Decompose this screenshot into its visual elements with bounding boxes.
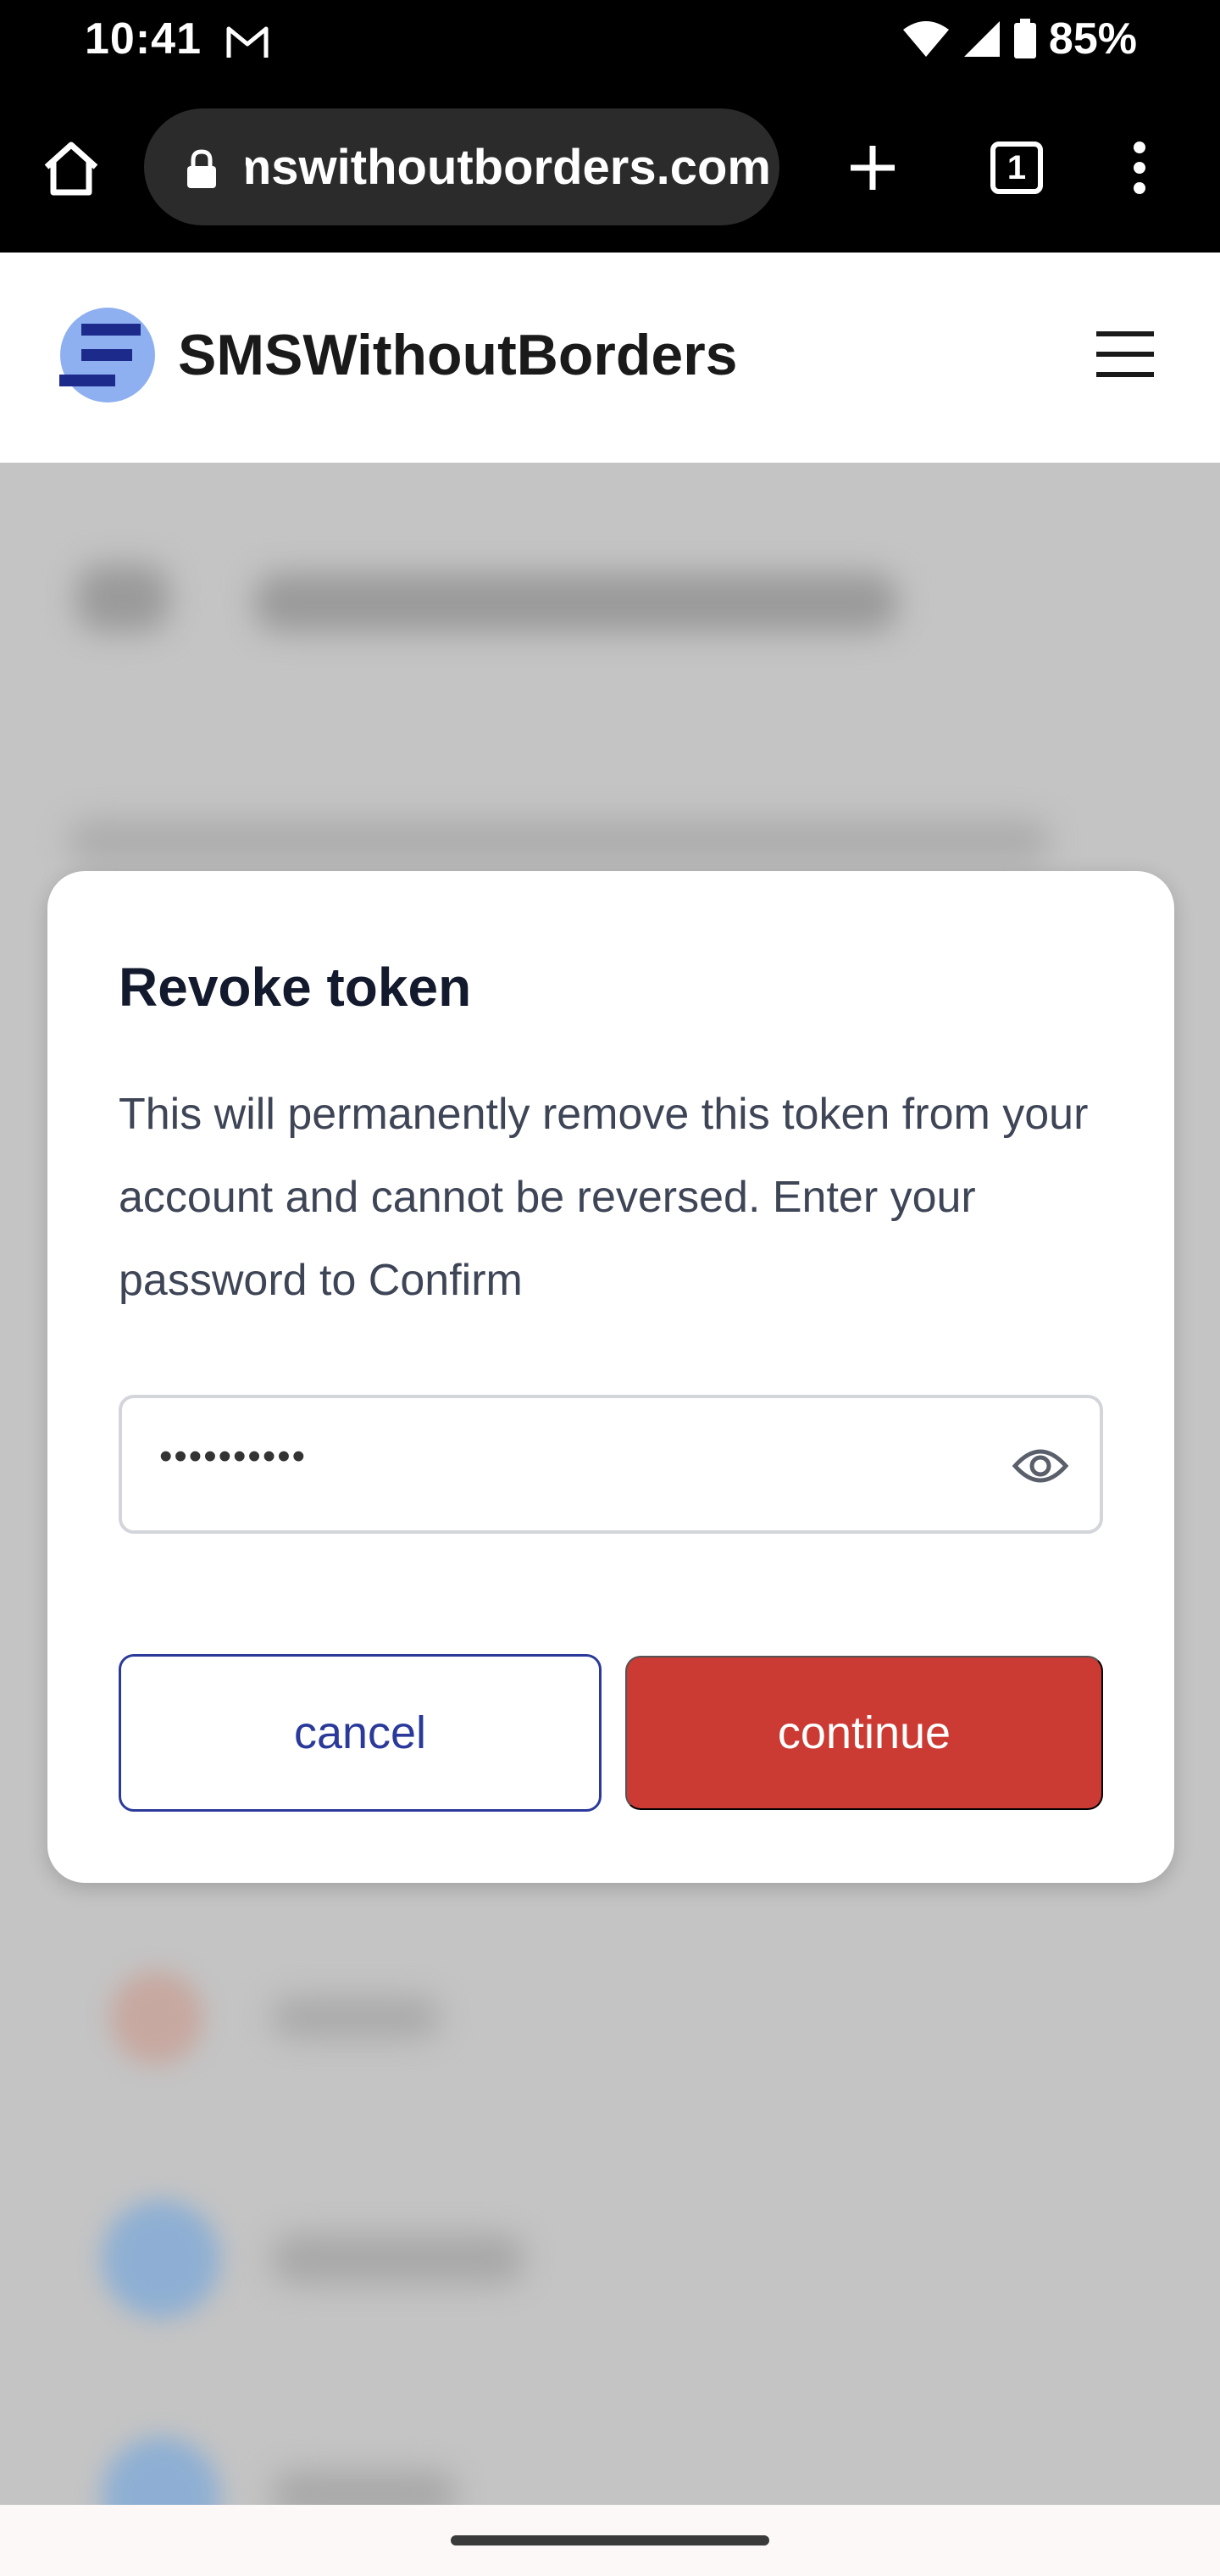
revoke-token-dialog: Revoke token This will permanently remov… [47,871,1174,1883]
brand-name[interactable]: SMSWithoutBorders [178,322,737,388]
lock-icon [187,149,216,188]
home-button[interactable] [37,134,105,202]
status-time: 10:41 [85,14,202,64]
status-right: 85% [901,14,1137,64]
blurred-row-label [271,2471,458,2505]
home-gesture-handle[interactable] [451,2535,769,2545]
blurred-avatar-telegram [102,2200,220,2318]
blurred-text-line [68,819,1051,864]
blurred-heading-icon [76,564,169,632]
home-icon [44,142,98,196]
browser-toolbar: smswithoutborders.com 1 [0,85,1220,253]
hamburger-menu-icon[interactable] [1093,327,1157,381]
url-text: smswithoutborders.com [246,140,771,195]
tab-switcher-button[interactable]: 1 [983,134,1051,202]
blurred-heading [254,573,898,632]
more-vert-icon [1134,142,1145,194]
plus-icon [851,146,895,190]
dialog-title: Revoke token [119,957,472,1018]
blurred-avatar-twitter [102,2437,220,2505]
blurred-avatar-google [110,1971,203,2064]
tabs-icon: 1 [990,142,1043,194]
blurred-row-label [271,1996,441,2039]
status-bar: 10:41 85% [0,0,1220,85]
wifi-icon [902,21,949,57]
gmail-icon [226,26,269,58]
address-bar[interactable]: smswithoutborders.com [144,108,779,225]
site-header: SMSWithoutBorders [0,253,1220,463]
battery-icon [1013,19,1036,58]
password-value: •••••••••• [159,1435,308,1477]
logo-icon[interactable] [59,307,156,403]
blurred-row-label [271,2234,525,2285]
battery-percent: 85% [1048,14,1137,64]
cancel-button[interactable]: cancel [119,1654,602,1812]
browser-menu-button[interactable] [1118,134,1161,202]
password-input[interactable]: •••••••••• [119,1395,1103,1534]
signal-icon [963,21,1000,57]
gesture-nav-bar [0,2505,1220,2576]
dialog-message: This will permanently remove this token … [119,1090,1089,1305]
eye-icon[interactable] [1012,1442,1069,1490]
continue-button[interactable]: continue [625,1656,1103,1810]
new-tab-button[interactable] [839,134,907,202]
